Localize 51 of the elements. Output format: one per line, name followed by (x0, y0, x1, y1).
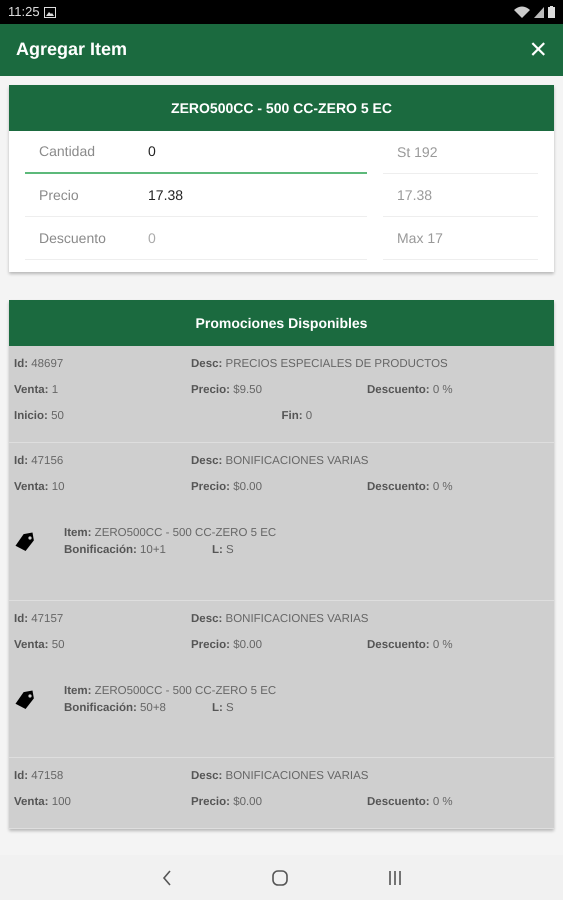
recents-icon[interactable] (388, 870, 402, 886)
battery-icon (548, 6, 555, 18)
promo-discount: Descuento: 0 % (367, 480, 454, 495)
status-time: 11:25 (8, 3, 40, 22)
promo-id: Id: 48697 (14, 357, 64, 372)
input-field[interactable]: 0 (148, 228, 348, 248)
promo-price: Precio: $0.00 (191, 480, 263, 495)
wifi-icon (514, 6, 530, 18)
input-field[interactable]: 17.38 (148, 184, 348, 206)
back-icon[interactable] (162, 870, 172, 886)
promo-start: Inicio: 50 (14, 409, 65, 424)
promo-discount: Descuento: 0 % (367, 383, 454, 398)
field-info: Max 17 (383, 217, 538, 260)
promo-sale: Venta: 10 (14, 480, 66, 495)
promotions-title: Promociones Disponibles (9, 300, 554, 346)
promo-description: Desc: BONIFICACIONES VARIAS (191, 769, 370, 784)
bonus-list: L: S (212, 542, 234, 560)
bonus-amount: Bonificación: 10+1 (64, 543, 167, 558)
bonus-list: L: S (212, 700, 234, 717)
bonus-item: Item: ZERO500CC - 500 CC-ZERO 5 EC (64, 526, 276, 541)
bonus-item: Item: ZERO500CC - 500 CC-ZERO 5 EC (64, 684, 276, 698)
signal-icon (534, 6, 544, 18)
bonus-amount: Bonificación: 50+8 (64, 700, 167, 716)
promo-id: Id: 47156 (14, 454, 64, 469)
promo-sale: Venta: 100 (14, 795, 72, 810)
promo-discount: Descuento: 0 % (367, 638, 454, 652)
promo-price: Precio: $9.50 (191, 383, 263, 398)
app-title: Agregar Item (16, 39, 128, 61)
promo-discount: Descuento: 0 % (367, 795, 454, 810)
close-button[interactable]: × (525, 35, 551, 65)
tag-icon (14, 532, 36, 552)
product-title: ZERO500CC - 500 CC-ZERO 5 EC (9, 85, 554, 131)
input-field[interactable]: 0 (148, 141, 348, 162)
promo-description: Desc: PRECIOS ESPECIALES DE PRODUCTOS (191, 357, 449, 372)
promo-price: Precio: $0.00 (191, 795, 263, 810)
promo-end: Fin: 0 (282, 409, 314, 424)
promo-id: Id: 47158 (14, 769, 64, 784)
promo-description: Desc: BONIFICACIONES VARIAS (191, 454, 370, 469)
promo-description: Desc: BONIFICACIONES VARIAS (191, 612, 370, 626)
tag-icon (14, 690, 36, 710)
field-label: Cantidad (39, 142, 96, 161)
field-info: 17.38 (383, 174, 538, 217)
home-icon[interactable] (272, 870, 288, 886)
promo-price: Precio: $0.00 (191, 638, 263, 652)
promo-sale: Venta: 50 (14, 638, 66, 652)
image-icon (44, 6, 56, 18)
field-info: St 192 (383, 131, 538, 174)
field-label: Precio (39, 186, 80, 204)
field-label: Descuento (39, 228, 107, 248)
promo-id: Id: 47157 (14, 612, 64, 626)
promo-sale: Venta: 1 (14, 383, 60, 398)
